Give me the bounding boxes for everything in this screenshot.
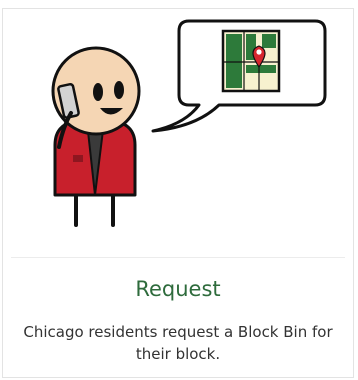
card-description: Chicago residents request a Block Bin fo…	[23, 323, 333, 363]
card-divider	[11, 257, 345, 258]
person-on-phone-illustration	[51, 19, 327, 227]
map-icon	[221, 29, 281, 93]
request-card: Request Chicago residents request a Bloc…	[2, 8, 354, 378]
card-title: Request	[135, 277, 221, 301]
